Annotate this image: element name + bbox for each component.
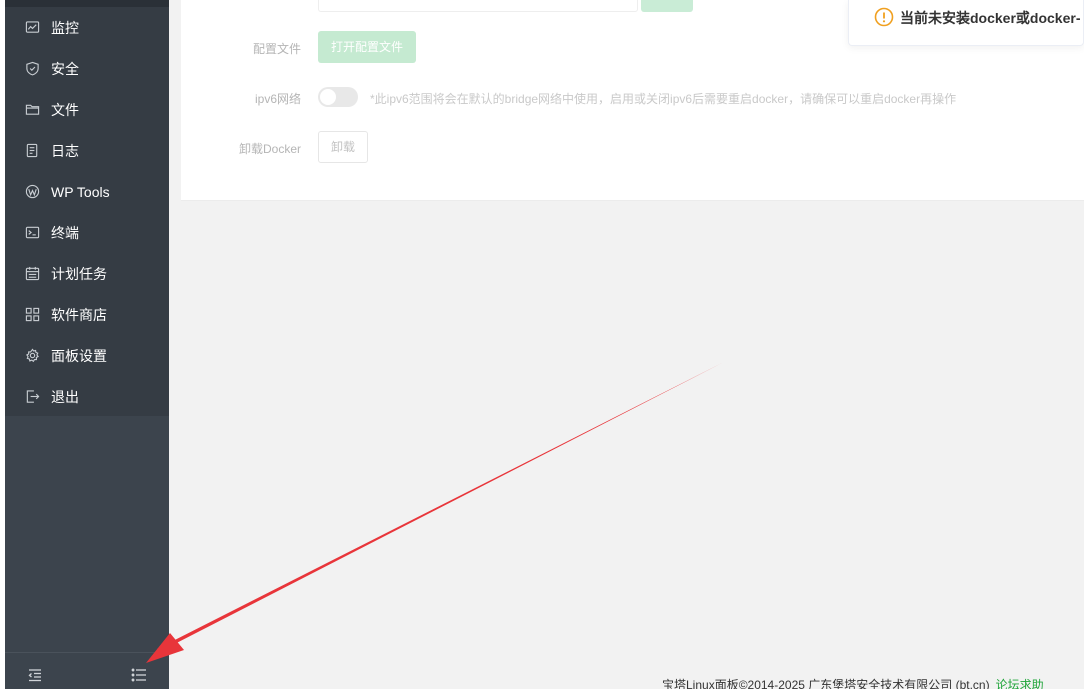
sidebar-bottom-bar: [5, 652, 169, 689]
uninstall-button[interactable]: 卸载: [318, 131, 368, 163]
warning-notification: 当前未安装docker或docker-: [848, 0, 1084, 46]
sidebar-item-wp-tools[interactable]: WP Tools: [5, 171, 169, 212]
ipv6-toggle[interactable]: [318, 87, 358, 107]
sidebar-item-panel-settings[interactable]: 面板设置: [5, 335, 169, 376]
sidebar-item-terminal[interactable]: 终端: [5, 212, 169, 253]
ipv6-hint: *此ipv6范围将会在默认的bridge网络中使用，启用或关闭ipv6后需要重启…: [370, 92, 957, 106]
uninstall-docker-label: 卸载Docker: [238, 142, 301, 156]
sidebar-item-cron[interactable]: 计划任务: [5, 253, 169, 294]
open-config-file-button[interactable]: 打开配置文件: [318, 31, 417, 63]
ipv6-label: ipv6网络: [254, 92, 301, 106]
sidebar-item-label: 退出: [51, 388, 79, 405]
shield-icon: [24, 61, 40, 77]
list-icon[interactable]: [131, 667, 149, 685]
warning-icon: [874, 7, 894, 27]
monitor-icon: [24, 20, 40, 36]
config-file-label: 配置文件: [252, 42, 301, 56]
terminal-icon: [24, 225, 40, 241]
sidebar-item-label: 软件商店: [51, 306, 107, 323]
forum-help-link[interactable]: 论坛求助: [996, 678, 1044, 689]
log-icon: [24, 143, 40, 159]
save-button[interactable]: [641, 0, 693, 12]
footer: 宝塔Linux面板©2014-2025 广东堡塔安全技术有限公司 (bt.cn)…: [662, 676, 1044, 689]
logout-icon: [24, 389, 40, 405]
sidebar-item-label: 终端: [51, 224, 79, 241]
sidebar-item-label: 面板设置: [51, 347, 107, 364]
sidebar-item-monitor[interactable]: 监控: [5, 7, 169, 48]
calendar-icon: [24, 266, 40, 282]
sidebar-item-logout[interactable]: 退出: [5, 376, 169, 417]
sidebar-item-label: 文件: [51, 101, 79, 118]
sidebar-item-label: 计划任务: [51, 265, 107, 282]
collapse-menu-icon[interactable]: [27, 667, 45, 685]
gear-icon: [24, 348, 40, 364]
sidebar-item-files[interactable]: 文件: [5, 89, 169, 130]
wordpress-icon: [24, 184, 40, 200]
sidebar-active-item-edge[interactable]: [5, 0, 169, 7]
folder-icon: [24, 102, 40, 118]
toggle-knob: [320, 89, 336, 105]
sidebar-item-label: 日志: [51, 142, 79, 159]
sidebar-item-label: 安全: [51, 60, 79, 77]
sidebar-item-label: 监控: [51, 19, 79, 36]
sidebar: 监控 安全 文件 日志 WP Tools 终端 计划任务 软件商店 面板设置 退…: [5, 0, 169, 689]
grid-icon: [24, 307, 40, 323]
sidebar-item-label: WP Tools: [51, 183, 110, 200]
sidebar-item-logs[interactable]: 日志: [5, 130, 169, 171]
notification-text: 当前未安装docker或docker-: [900, 10, 1081, 26]
footer-copyright: 宝塔Linux面板©2014-2025 广东堡塔安全技术有限公司 (bt.cn): [662, 678, 990, 689]
path-input[interactable]: [318, 0, 638, 12]
sidebar-menu: 监控 安全 文件 日志 WP Tools 终端 计划任务 软件商店 面板设置 退…: [5, 7, 169, 416]
sidebar-item-security[interactable]: 安全: [5, 48, 169, 89]
sidebar-item-app-store[interactable]: 软件商店: [5, 294, 169, 335]
